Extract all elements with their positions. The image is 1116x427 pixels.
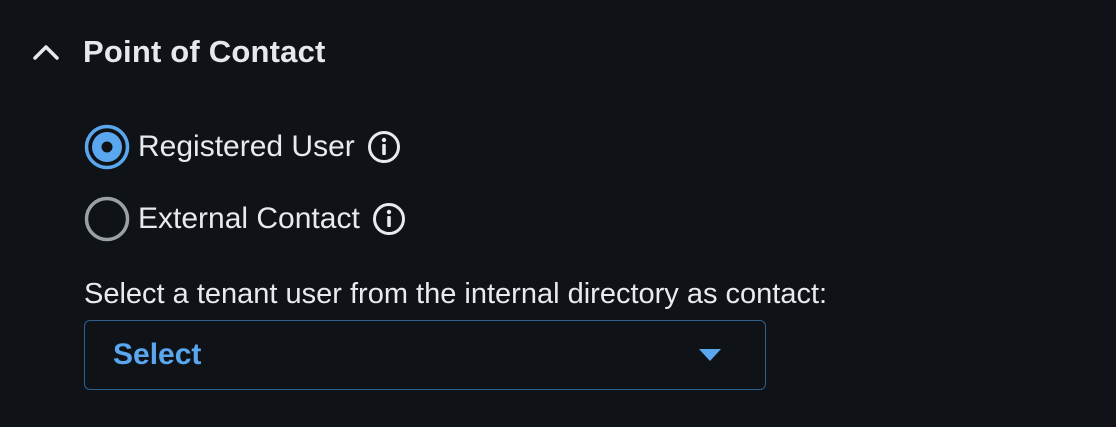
- info-icon[interactable]: [367, 130, 401, 164]
- section-title: Point of Contact: [83, 34, 326, 69]
- tenant-user-select[interactable]: Select: [84, 320, 766, 390]
- chevron-up-icon: [30, 36, 62, 68]
- point-of-contact-panel: Point of Contact Registered User Externa…: [0, 0, 1116, 427]
- caret-down-icon: [697, 347, 723, 363]
- section-header-toggle[interactable]: Point of Contact: [30, 30, 326, 74]
- radio-registered-user[interactable]: [84, 124, 130, 170]
- radio-option-external-contact[interactable]: External Contact: [84, 196, 406, 242]
- radio-label-registered-user: Registered User: [138, 130, 355, 163]
- radio-option-registered-user[interactable]: Registered User: [84, 124, 401, 170]
- select-value: Select: [113, 338, 202, 371]
- tenant-user-helper-text: Select a tenant user from the internal d…: [84, 278, 828, 310]
- radio-external-contact[interactable]: [84, 196, 130, 242]
- radio-label-external-contact: External Contact: [138, 202, 360, 235]
- info-icon[interactable]: [372, 202, 406, 236]
